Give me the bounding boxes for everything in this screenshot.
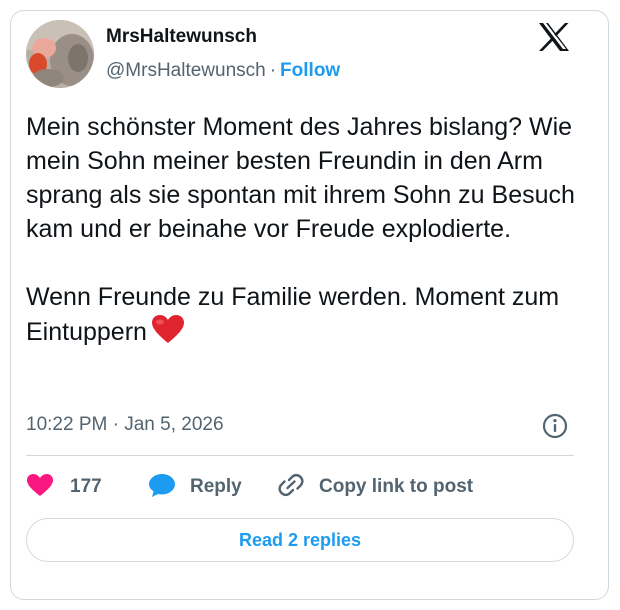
- author-display-name[interactable]: MrsHaltewunsch: [106, 26, 257, 48]
- post-text: Mein schönster Moment des Jahres bislang…: [26, 110, 586, 353]
- x-logo-icon[interactable]: [537, 22, 571, 52]
- copy-link-button[interactable]: Copy link to post: [277, 470, 473, 504]
- info-icon[interactable]: [542, 413, 568, 439]
- avatar[interactable]: [26, 20, 94, 88]
- post-paragraph-2: Wenn Freunde zu Familie werden. Moment z…: [26, 280, 586, 353]
- like-count: 177: [70, 476, 102, 497]
- reply-label: Reply: [190, 476, 242, 497]
- separator-dot: ·: [269, 60, 277, 81]
- divider: [26, 455, 574, 456]
- post-paragraph-1: Mein schönster Moment des Jahres bislang…: [26, 113, 575, 243]
- author-handle-row: @MrsHaltewunsch · Follow: [106, 60, 340, 82]
- post-paragraph-2-text: Wenn Freunde zu Familie werden. Moment z…: [26, 283, 560, 346]
- like-button[interactable]: 177: [26, 470, 102, 504]
- reply-button[interactable]: Reply: [148, 470, 242, 504]
- follow-button[interactable]: Follow: [280, 60, 340, 81]
- post-timestamp[interactable]: 10:22 PM · Jan 5, 2026: [26, 414, 224, 436]
- reply-bubble-icon: [148, 472, 176, 503]
- read-replies-button[interactable]: Read 2 replies: [26, 518, 574, 562]
- copy-link-label: Copy link to post: [319, 476, 474, 497]
- author-handle[interactable]: @MrsHaltewunsch: [106, 60, 266, 81]
- red-heart-emoji-icon: [151, 314, 185, 353]
- link-icon: [277, 472, 305, 503]
- read-replies-label: Read 2 replies: [238, 529, 362, 550]
- heart-icon: [26, 473, 54, 502]
